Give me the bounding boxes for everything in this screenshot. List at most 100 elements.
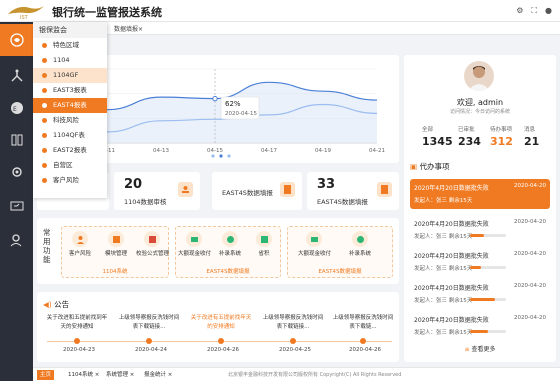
module-icon (108, 231, 124, 247)
timeline-dot (74, 338, 80, 344)
function-item[interactable]: 客户风险 (64, 231, 96, 257)
stat-all[interactable]: 全部 1345 (422, 125, 458, 148)
notice-date: 2020-04-26 (349, 347, 381, 353)
list-icon: ≡ (464, 346, 470, 353)
x-tick-label: 04-15 (207, 148, 223, 154)
notice-item[interactable]: 上级领导察报反洗钱时间表下载链接... (117, 314, 181, 332)
footer-bar: 主页 1104系统 × 系统管理 × 报金统计 × 北京银丰金融科技开发有限公司… (33, 367, 560, 381)
sidebar-item-user-settings[interactable] (0, 224, 33, 256)
sidebar-item-settings[interactable] (0, 156, 33, 188)
province-icon (256, 231, 272, 247)
stat-card-1104-audit[interactable]: 20 1104数据审核 (114, 172, 200, 210)
submenu-item[interactable]: 特色区域 (33, 38, 107, 53)
timeline-dot (146, 338, 152, 344)
profile-panel: 欢迎, admin 访问情况：今日访问的系统 全部 1345 已审批 234 待办事… (404, 55, 556, 362)
document-icon (280, 182, 295, 197)
todo-item[interactable]: 2020年4月20日数据批失败 2020-04-20 发起人：张三 剩余15天 (410, 215, 550, 245)
submenu-item[interactable]: 1104 (33, 53, 107, 68)
notice-panel: ◀) 公告 关于改进和五提前找到年天的安排通知 上级领导察报反洗钱时间表下载链接… (37, 292, 399, 362)
cash-icon (306, 231, 322, 247)
timeline-dot (218, 338, 224, 344)
todo-item[interactable]: 2020年4月20日数据批失败 2020-04-20 发起人：张三 剩余15天 (410, 247, 550, 277)
tooltip-date: 2020-04-15 (225, 111, 257, 117)
x-tick-label: 04-21 (369, 148, 385, 154)
regulator-icon (9, 33, 24, 47)
common-functions-label: 常用功能 (43, 228, 51, 264)
timeline-dot (290, 338, 296, 344)
notice-item[interactable]: 上级领导察报反洗钱时间表下载链... (331, 314, 395, 332)
svg-text:IST: IST (20, 15, 29, 20)
function-item[interactable]: 补录系统 (344, 231, 376, 257)
notice-title: ◀) 公告 (43, 300, 70, 309)
megaphone-icon: ◀) (43, 300, 52, 309)
stat-approved[interactable]: 已审批 234 (458, 125, 494, 148)
stat-messages[interactable]: 消息 21 (524, 125, 560, 148)
notice-date: 2020-04-24 (135, 347, 167, 353)
svg-text:E: E (13, 106, 17, 113)
footer-tab[interactable]: 报金统计 × (141, 370, 175, 380)
common-functions-panel: 常用功能 客户风险 模块管理 校验公式管理 1104系统 大额现金收付 补录系统… (37, 218, 399, 284)
todo-progress (470, 330, 506, 333)
view-more-button[interactable]: ≡ 查看更多 (454, 344, 506, 356)
fullscreen-icon[interactable]: ⛶ (531, 6, 537, 16)
sidebar-item-east[interactable]: E (0, 92, 33, 124)
tab-bar: 数据填报× (33, 22, 560, 35)
todo-item[interactable]: 2020年4月20日数据批失败 2020-04-20 发起人：张三 剩余15天 (410, 279, 550, 309)
sidebar-item-home[interactable] (0, 24, 33, 56)
submenu-item[interactable]: 客户风险 (33, 173, 107, 188)
function-item[interactable]: 省积 (248, 231, 280, 257)
todo-item[interactable]: 2020年4月20日数据批失败 2020-04-20 发起人：张三 剩余15天 (410, 179, 550, 209)
function-group: 大额现金收付 补录系统 EAST4S数据填报 (287, 226, 393, 278)
submenu-item[interactable]: 1104QF表 (33, 128, 107, 143)
submenu-item[interactable]: EAST2报表 (33, 143, 107, 158)
building-icon (11, 134, 22, 146)
notice-item[interactable]: 关于改进和五提前找到年天的安排通知 (45, 314, 109, 332)
app-header: IST 银行统一监管报送系统 ⚙ ⛶ ● (0, 0, 560, 22)
welcome-text[interactable]: 欢迎, admin (404, 97, 556, 108)
formula-icon (144, 231, 160, 247)
function-item[interactable]: 模块管理 (100, 231, 132, 257)
notice-item[interactable]: 上级领导察报反洗钱时间表下载链接... (261, 314, 325, 332)
notice-date: 2020-04-23 (63, 347, 95, 353)
submenu-item[interactable]: EAST3报表 (33, 83, 107, 98)
app-title: 银行统一监管报送系统 (52, 6, 162, 19)
submenu-item[interactable]: 1104GF (33, 68, 107, 83)
submenu-item-selected[interactable]: EAST4报表 (33, 98, 107, 113)
avatar[interactable] (464, 61, 494, 91)
function-group: 客户风险 模块管理 校验公式管理 1104系统 (61, 226, 169, 278)
user-icon[interactable]: ● (545, 6, 552, 16)
sidebar-item-building[interactable] (0, 124, 33, 156)
repair-icon (352, 231, 368, 247)
timeline-dot (360, 338, 366, 344)
submenu-item[interactable]: 科技风险 (33, 113, 107, 128)
east-icon: E (10, 102, 23, 114)
stamp-icon (178, 182, 193, 197)
todo-progress (470, 266, 506, 269)
todo-icon: ▣ (410, 162, 418, 171)
function-item[interactable]: 大额现金收付 (298, 231, 331, 257)
todo-item[interactable]: 2020年4月20日数据批失败 2020-04-20 发起人：张三 剩余15天 (410, 311, 550, 341)
tooltip-point (212, 95, 218, 102)
footer-tab[interactable]: 系统管理 × (103, 370, 137, 380)
footer-tab-home[interactable]: 主页 (37, 370, 55, 380)
user-gear-icon (10, 234, 21, 247)
stat-card-east4s[interactable]: EAST4S数据填报 (212, 172, 302, 210)
pager-dot (219, 154, 223, 158)
footer-tab[interactable]: 1104系统 × (65, 370, 102, 380)
settings-icon[interactable]: ⚙ (516, 6, 523, 16)
sidebar-item-network[interactable] (0, 60, 33, 92)
customer-icon (72, 231, 88, 247)
todo-progress (470, 234, 506, 237)
function-item[interactable]: 补录系统 (214, 231, 246, 257)
function-item[interactable]: 校验公式管理 (136, 231, 169, 257)
submenu-popup: 银保监会 特色区域 1104 1104GF EAST3报表 EAST4报表 科技… (33, 22, 107, 198)
submenu-item[interactable]: 自营区 (33, 158, 107, 173)
sidebar-item-monitor[interactable] (0, 190, 33, 222)
monitor-icon (10, 201, 23, 211)
tab-data-fill[interactable]: 数据填报× (114, 24, 143, 33)
document-icon (377, 182, 392, 197)
notice-item[interactable]: 关于改进有五提前找年天的安排通知 (189, 314, 253, 332)
stat-card-east4s-2[interactable]: 33 EAST4S数据填报 (307, 172, 399, 210)
stat-pending[interactable]: 待办事项 312 (490, 125, 526, 148)
function-item[interactable]: 大额现金收付 (178, 231, 211, 257)
